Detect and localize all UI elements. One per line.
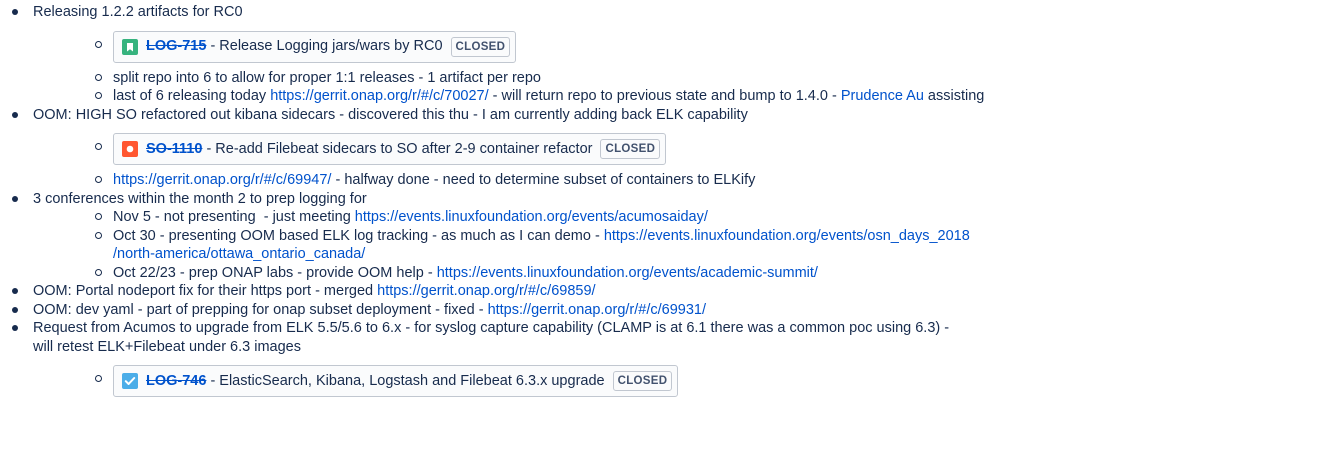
item-text: Oct 22/23 - prep ONAP labs - provide OOM… bbox=[113, 264, 437, 281]
gerrit-link[interactable]: https://gerrit.onap.org/r/#/c/69859/ bbox=[377, 283, 595, 299]
item-text: 3 conferences within the month 2 to prep… bbox=[33, 190, 367, 207]
list-item: OOM: dev yaml - part of prepping for ona… bbox=[0, 301, 1332, 320]
user-mention-link[interactable]: Prudence Au bbox=[841, 88, 924, 104]
jira-issue-key-link[interactable]: LOG-715 bbox=[146, 37, 206, 56]
item-text: OOM: Portal nodeport fix for their https… bbox=[33, 283, 378, 299]
jira-issue-summary: Re-add Filebeat sidecars to SO after 2-9… bbox=[215, 140, 593, 157]
separator-dash: - bbox=[206, 140, 212, 157]
meeting-notes-list: Releasing 1.2.2 artifacts for RC0 LOG-71… bbox=[0, 0, 1332, 403]
sub-list-item: last of 6 releasing today https://gerrit… bbox=[33, 87, 1332, 106]
sub-list-item: SO-1110 - Re-add Filebeat sidecars to SO… bbox=[33, 126, 1332, 171]
item-text: Oct 30 - presenting OOM based ELK log tr… bbox=[113, 227, 604, 244]
sub-list-item: Nov 5 - not presenting - just meeting ht… bbox=[33, 208, 1332, 227]
jira-issue-macro[interactable]: SO-1110 - Re-add Filebeat sidecars to SO… bbox=[113, 133, 667, 165]
item-text: will retest ELK+Filebeat under 6.3 image… bbox=[33, 338, 301, 355]
event-link[interactable]: https://events.linuxfoundation.org/event… bbox=[355, 209, 708, 225]
list-item: Request from Acumos to upgrade from ELK … bbox=[0, 319, 1332, 403]
sub-list-item: LOG-746 - ElasticSearch, Kibana, Logstas… bbox=[33, 358, 1332, 403]
event-link[interactable]: https://events.linuxfoundation.org/event… bbox=[437, 265, 818, 281]
jira-issue-key-link[interactable]: SO-1110 bbox=[146, 140, 202, 159]
sub-list: SO-1110 - Re-add Filebeat sidecars to SO… bbox=[33, 126, 1332, 190]
task-checkbox-icon bbox=[122, 373, 138, 389]
item-text: - will return repo to previous state and… bbox=[488, 88, 841, 104]
sub-list-item: split repo into 6 to allow for proper 1:… bbox=[33, 69, 1332, 88]
jira-issue-summary: ElasticSearch, Kibana, Logstash and File… bbox=[219, 372, 605, 389]
status-badge: CLOSED bbox=[450, 36, 511, 57]
jira-issue-macro[interactable]: LOG-715 - Release Logging jars/wars by R… bbox=[113, 30, 517, 63]
sub-list: Nov 5 - not presenting - just meeting ht… bbox=[33, 208, 1332, 282]
jira-issue-macro[interactable]: LOG-746 - ElasticSearch, Kibana, Logstas… bbox=[113, 365, 679, 397]
event-link[interactable]: https://events.linuxfoundation.org/event… bbox=[604, 228, 970, 244]
item-text: OOM: dev yaml - part of prepping for ona… bbox=[33, 301, 488, 318]
sub-list-item: https://gerrit.onap.org/r/#/c/69947/ - h… bbox=[33, 171, 1332, 190]
list-item: OOM: Portal nodeport fix for their https… bbox=[0, 282, 1332, 301]
story-bookmark-icon bbox=[122, 38, 138, 55]
item-text: Releasing 1.2.2 artifacts for RC0 bbox=[33, 4, 243, 20]
event-link-continued[interactable]: /north-america/ottawa_ontario_canada/ bbox=[113, 246, 365, 262]
status-badge: CLOSED bbox=[612, 371, 673, 391]
list-item: Releasing 1.2.2 artifacts for RC0 LOG-71… bbox=[0, 3, 1332, 106]
list-item: 3 conferences within the month 2 to prep… bbox=[0, 190, 1332, 283]
item-text: - halfway done - need to determine subse… bbox=[331, 172, 756, 188]
sub-list-item: Oct 30 - presenting OOM based ELK log tr… bbox=[33, 227, 1332, 264]
jira-issue-summary: Release Logging jars/wars by RC0 bbox=[219, 38, 443, 55]
item-text: Nov 5 - not presenting - just meeting bbox=[113, 209, 355, 225]
sub-list: LOG-746 - ElasticSearch, Kibana, Logstas… bbox=[33, 358, 1332, 403]
gerrit-link[interactable]: https://gerrit.onap.org/r/#/c/69931/ bbox=[488, 302, 706, 318]
status-badge: CLOSED bbox=[600, 139, 661, 159]
item-text: last of 6 releasing today bbox=[113, 88, 271, 104]
separator-dash: - bbox=[210, 372, 216, 389]
gerrit-link[interactable]: https://gerrit.onap.org/r/#/c/69947/ bbox=[113, 172, 331, 188]
item-text: OOM: HIGH SO refactored out kibana sidec… bbox=[33, 106, 748, 123]
item-text: split repo into 6 to allow for proper 1:… bbox=[113, 69, 541, 86]
item-text: Request from Acumos to upgrade from ELK … bbox=[33, 320, 950, 336]
sub-list-item: Oct 22/23 - prep ONAP labs - provide OOM… bbox=[33, 264, 1332, 283]
jira-issue-key-link[interactable]: LOG-746 bbox=[146, 372, 206, 391]
list-item: OOM: HIGH SO refactored out kibana sidec… bbox=[0, 106, 1332, 190]
bug-icon bbox=[122, 141, 138, 157]
item-text: assisting bbox=[923, 88, 985, 104]
sub-list: LOG-715 - Release Logging jars/wars by R… bbox=[33, 24, 1332, 106]
sub-list-item: LOG-715 - Release Logging jars/wars by R… bbox=[33, 24, 1332, 69]
gerrit-link[interactable]: https://gerrit.onap.org/r/#/c/70027/ bbox=[270, 88, 488, 104]
separator-dash: - bbox=[210, 38, 216, 55]
